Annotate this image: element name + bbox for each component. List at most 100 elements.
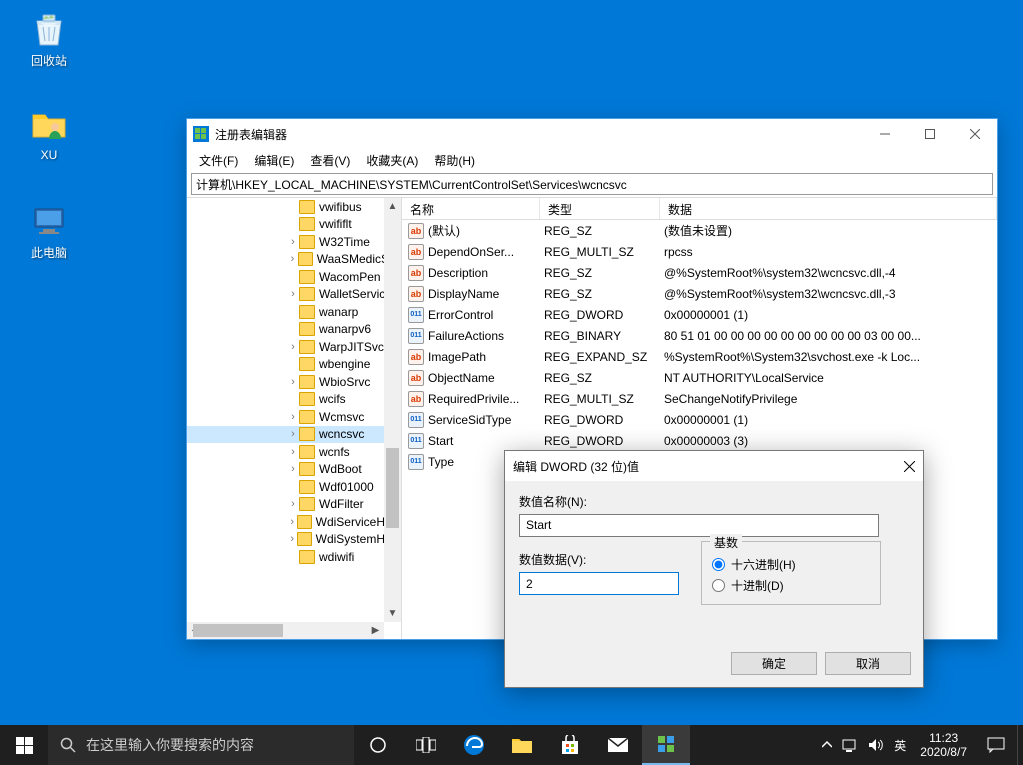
list-row[interactable]: abDescriptionREG_SZ@%SystemRoot%\system3… <box>402 262 997 283</box>
menu-help[interactable]: 帮助(H) <box>426 150 483 171</box>
tree-scrollbar-vertical[interactable]: ▲ ▼ <box>384 198 401 622</box>
col-name[interactable]: 名称 <box>402 198 540 219</box>
list-row[interactable]: 011ServiceSidTypeREG_DWORD0x00000001 (1) <box>402 409 997 430</box>
tree-item[interactable]: ›WdFilter <box>187 496 401 514</box>
radix-hex-option[interactable]: 十六进制(H) <box>712 556 870 573</box>
minimize-button[interactable] <box>862 119 907 149</box>
list-row[interactable]: abDependOnSer...REG_MULTI_SZrpcss <box>402 241 997 262</box>
address-bar[interactable]: 计算机\HKEY_LOCAL_MACHINE\SYSTEM\CurrentCon… <box>191 173 993 195</box>
tray-volume-icon[interactable] <box>868 738 884 752</box>
folder-icon <box>299 287 315 301</box>
taskbar-clock[interactable]: 11:23 2020/8/7 <box>912 731 975 759</box>
tray-network-icon[interactable] <box>842 738 858 752</box>
menu-edit[interactable]: 编辑(E) <box>246 150 302 171</box>
list-row[interactable]: ab(默认)REG_SZ(数值未设置) <box>402 220 997 241</box>
tree-item[interactable]: ›wcncsvc <box>187 426 401 444</box>
scroll-down-arrow[interactable]: ▼ <box>384 605 401 622</box>
tree-item[interactable]: ›WbioSrvc <box>187 373 401 391</box>
scroll-right-arrow[interactable]: ▶ <box>367 622 384 639</box>
maximize-button[interactable] <box>907 119 952 149</box>
tree-item[interactable]: wbengine <box>187 356 401 374</box>
tree-expand-icon[interactable]: › <box>287 463 299 475</box>
col-type[interactable]: 类型 <box>540 198 660 219</box>
list-row[interactable]: 011FailureActionsREG_BINARY80 51 01 00 0… <box>402 325 997 346</box>
tree-expand-icon[interactable]: › <box>287 341 299 353</box>
tree-item[interactable]: ›WdBoot <box>187 461 401 479</box>
system-tray[interactable]: 英 <box>816 725 912 765</box>
list-row[interactable]: abDisplayNameREG_SZ@%SystemRoot%\system3… <box>402 283 997 304</box>
value-name: (默认) <box>428 222 542 239</box>
list-row[interactable]: abObjectNameREG_SZNT AUTHORITY\LocalServ… <box>402 367 997 388</box>
binary-value-icon: 011 <box>408 412 424 428</box>
tree-item[interactable]: wcifs <box>187 391 401 409</box>
registry-tree[interactable]: vwifibusvwififlt ›W32Time›WaaSMedicSvcWac… <box>187 198 402 639</box>
tree-expand-icon[interactable]: › <box>287 253 298 265</box>
tree-expand-icon[interactable]: › <box>287 411 299 423</box>
tree-scrollbar-horizontal[interactable]: ◀ ▶ <box>187 622 384 639</box>
tray-ime[interactable]: 英 <box>894 737 906 754</box>
desktop-icon-this-pc[interactable]: 此电脑 <box>12 200 86 261</box>
list-row[interactable]: abRequiredPrivile...REG_MULTI_SZSeChange… <box>402 388 997 409</box>
tree-expand-icon[interactable]: › <box>287 376 299 388</box>
tree-expand-icon[interactable]: › <box>287 533 297 545</box>
action-center-button[interactable] <box>975 725 1017 765</box>
list-row[interactable]: 011StartREG_DWORD0x00000003 (3) <box>402 430 997 451</box>
scroll-up-arrow[interactable]: ▲ <box>384 198 401 215</box>
cancel-button[interactable]: 取消 <box>825 652 911 675</box>
menu-file[interactable]: 文件(F) <box>191 150 246 171</box>
taskbar-app-store[interactable] <box>546 725 594 765</box>
tree-item[interactable]: wanarp <box>187 303 401 321</box>
tree-expand-icon[interactable]: › <box>287 428 299 440</box>
tree-item[interactable]: ›Wcmsvc <box>187 408 401 426</box>
tree-item[interactable]: ›WalletService <box>187 286 401 304</box>
tree-item[interactable]: Wdf01000 <box>187 478 401 496</box>
tray-chevron-up-icon[interactable] <box>822 741 832 749</box>
scroll-thumb[interactable] <box>193 624 283 637</box>
dialog-titlebar[interactable]: 编辑 DWORD (32 位)值 <box>505 451 923 481</box>
task-view-button[interactable] <box>402 725 450 765</box>
show-desktop-button[interactable] <box>1017 725 1023 765</box>
desktop-icon-user-folder[interactable]: XU <box>12 104 86 162</box>
tree-expand-icon[interactable]: › <box>287 516 297 528</box>
tree-item[interactable]: vwififlt <box>187 216 401 234</box>
tree-expand-icon[interactable]: › <box>287 288 299 300</box>
tree-item[interactable]: wdiwifi <box>187 548 401 566</box>
tree-item-label: vwififlt <box>319 217 352 231</box>
titlebar[interactable]: 注册表编辑器 <box>187 119 997 149</box>
close-button[interactable] <box>952 119 997 149</box>
tree-expand-icon[interactable]: › <box>287 236 299 248</box>
cortana-button[interactable] <box>354 725 402 765</box>
taskbar-app-mail[interactable] <box>594 725 642 765</box>
value-name-field[interactable]: Start <box>519 514 879 537</box>
taskbar-app-edge[interactable] <box>450 725 498 765</box>
tree-item[interactable]: ›WdiSystemHost <box>187 531 401 549</box>
tree-expand-icon[interactable]: › <box>287 498 299 510</box>
tree-item[interactable]: WacomPen <box>187 268 401 286</box>
tree-item[interactable]: ›W32Time <box>187 233 401 251</box>
list-row[interactable]: abImagePathREG_EXPAND_SZ%SystemRoot%\Sys… <box>402 346 997 367</box>
radix-dec-radio[interactable] <box>712 579 725 592</box>
scroll-thumb[interactable] <box>386 448 399 528</box>
list-row[interactable]: 011ErrorControlREG_DWORD0x00000001 (1) <box>402 304 997 325</box>
tree-item[interactable]: vwifibus <box>187 198 401 216</box>
value-data-input[interactable] <box>519 572 679 595</box>
taskbar-app-regedit[interactable] <box>642 725 690 765</box>
col-data[interactable]: 数据 <box>660 198 997 219</box>
taskbar-app-explorer[interactable] <box>498 725 546 765</box>
tree-item[interactable]: ›WaaSMedicSvc <box>187 251 401 269</box>
menu-view[interactable]: 查看(V) <box>302 150 358 171</box>
ok-button[interactable]: 确定 <box>731 652 817 675</box>
tree-item[interactable]: › wcnfs <box>187 443 401 461</box>
start-button[interactable] <box>0 725 48 765</box>
desktop-icon-recycle[interactable]: 回收站 <box>12 8 86 69</box>
dialog-close-button[interactable] <box>904 461 915 472</box>
tree-item[interactable]: wanarpv6 <box>187 321 401 339</box>
radix-hex-radio[interactable] <box>712 558 725 571</box>
tree-item[interactable]: ›WdiServiceHost <box>187 513 401 531</box>
tree-item-label: wcnfs <box>319 445 350 459</box>
radix-dec-option[interactable]: 十进制(D) <box>712 577 870 594</box>
taskbar-search[interactable]: 在这里输入你要搜索的内容 <box>48 725 354 765</box>
tree-expand-icon[interactable]: › <box>287 446 299 458</box>
tree-item[interactable]: ›WarpJITSvc <box>187 338 401 356</box>
menu-favorites[interactable]: 收藏夹(A) <box>358 150 426 171</box>
